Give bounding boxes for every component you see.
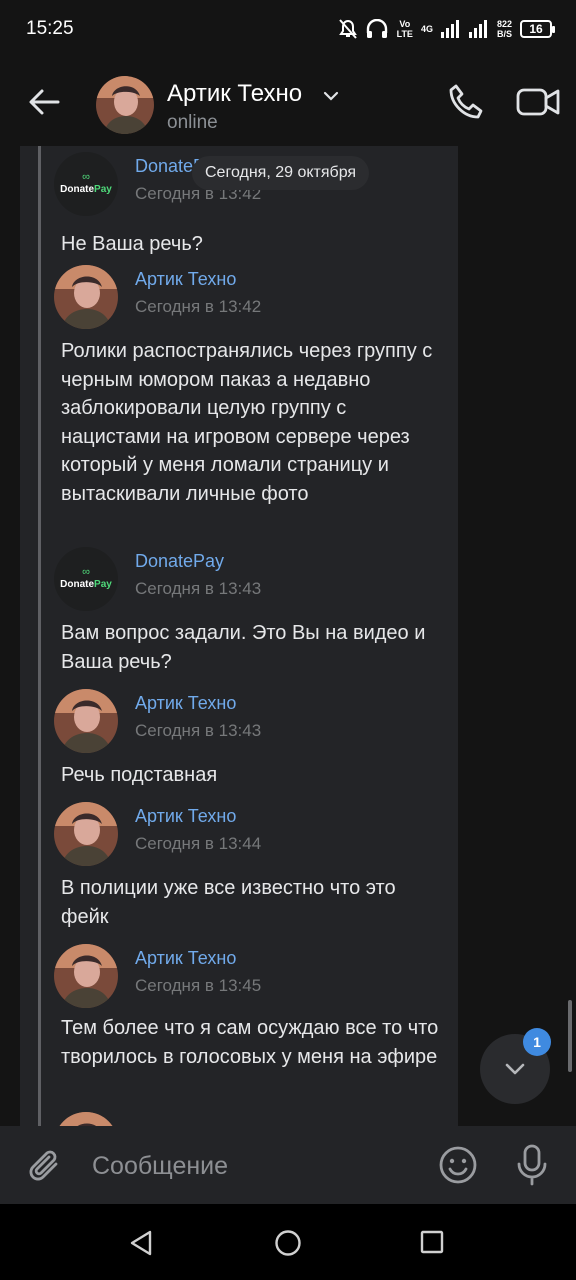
phone-call-icon[interactable] [444, 80, 488, 124]
net-speed: 822 B/S [497, 19, 512, 39]
contact-name[interactable]: Артик Техно [167, 80, 302, 108]
message-author[interactable]: Артик Техно [135, 269, 236, 290]
nav-recents-icon[interactable] [420, 1230, 444, 1254]
message-time: Сегодня в 13:45 [135, 976, 262, 995]
donatepay-logo-icon: ∞ DonatePay [54, 547, 118, 611]
donatepay-logo-icon: ∞ DonatePay [54, 152, 118, 216]
message-author[interactable]: Артик Техно [135, 693, 236, 714]
message-text: Речь подставная [61, 764, 218, 786]
message-author[interactable]: Артик Техно [135, 948, 236, 969]
chevron-down-icon[interactable] [321, 86, 341, 106]
status-icons: Vo LTE 4G 822 B/S 16 [338, 16, 555, 42]
logo-text-b: Pay [94, 578, 112, 590]
microphone-icon[interactable] [512, 1142, 552, 1188]
back-arrow-icon[interactable] [24, 82, 64, 122]
contact-avatar[interactable] [96, 76, 154, 134]
net-speed-unit: B/S [496, 29, 512, 39]
status-bar: 15:25 Vo LTE 4G 822 B/S 16 [0, 0, 576, 58]
nav-back-icon[interactable] [126, 1228, 156, 1258]
network-type: 4G [420, 24, 433, 34]
message-time: Сегодня в 13:42 [135, 297, 262, 316]
status-time: 15:25 [26, 18, 74, 39]
signal-icon-2 [468, 20, 487, 38]
forward-quote-line [38, 146, 41, 1126]
logo-text-a: Donate [60, 578, 95, 590]
mute-notifications-icon [338, 19, 357, 39]
headphones-icon [366, 19, 387, 38]
message-text: В полиции уже все известно что это фейк [61, 877, 396, 928]
message-input[interactable] [92, 1148, 422, 1184]
message-time: Сегодня в 13:43 [135, 721, 262, 740]
message-text: Не Ваша речь? [61, 233, 203, 255]
chevron-down-icon [505, 1063, 525, 1075]
message-text: Тем более что я сам осуждаю все то что т… [61, 1017, 439, 1068]
nav-home-icon[interactable] [274, 1229, 302, 1257]
message-text: Вам вопрос задали. Это Вы на видео и Ваш… [61, 622, 426, 673]
video-call-icon[interactable] [514, 80, 562, 124]
user-photo-icon [54, 265, 118, 329]
logo-text-b: Pay [94, 183, 112, 195]
message-author[interactable]: DonatePay [135, 551, 224, 572]
contact-status: online [167, 112, 218, 133]
user-photo-icon [54, 802, 118, 866]
paperclip-icon[interactable] [26, 1144, 66, 1188]
message-composer [0, 1126, 576, 1204]
emoji-icon[interactable] [437, 1144, 479, 1186]
signal-icon-1 [440, 20, 459, 38]
logo-text-a: Donate [60, 183, 95, 195]
chat-header: Артик Техно online [0, 58, 576, 146]
net-speed-value: 822 [496, 19, 512, 29]
message-time: Сегодня в 13:44 [135, 834, 262, 853]
message-author[interactable]: Артик Техно [135, 806, 236, 827]
user-photo-icon [96, 76, 154, 134]
message-text: Ролики распостранялись через группу с че… [61, 340, 433, 505]
user-photo-icon [54, 689, 118, 753]
battery-indicator: 16 [520, 20, 555, 38]
volte-indicator: Vo LTE [396, 19, 413, 39]
user-photo-icon [54, 944, 118, 1008]
unread-count-badge: 1 [523, 1028, 551, 1056]
message-list[interactable]: ∞ DonatePay DonatePay Сегодня в 13:42 Не… [0, 146, 576, 1126]
scrollbar-thumb[interactable] [568, 1000, 572, 1072]
system-nav-bar [0, 1204, 576, 1280]
message-time: Сегодня в 13:43 [135, 579, 262, 598]
date-divider: Сегодня, 29 октября [192, 156, 370, 190]
